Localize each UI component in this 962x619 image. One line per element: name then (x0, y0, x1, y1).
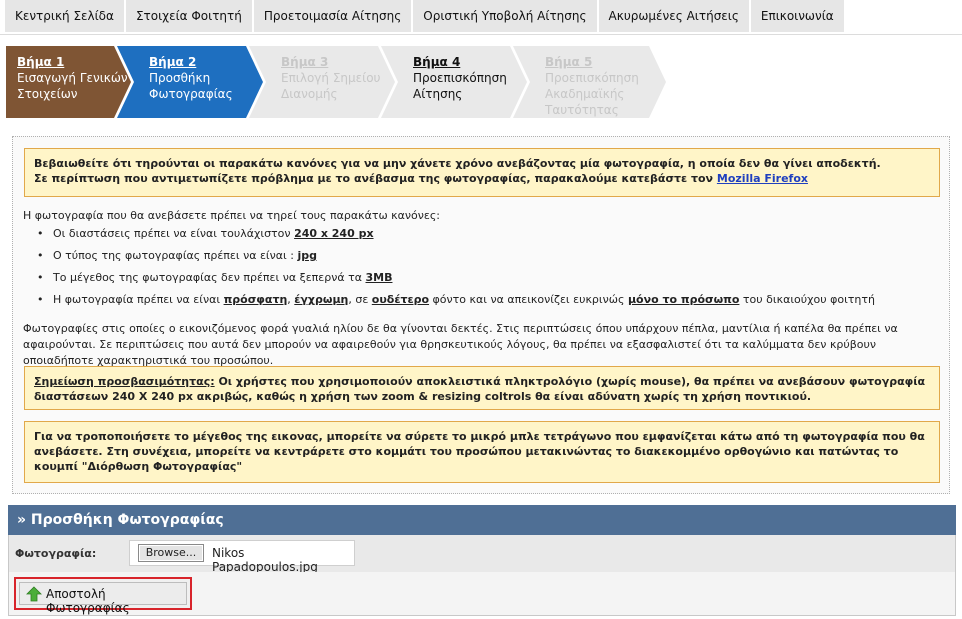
step-3: Βήμα 3 Επιλογή Σημείου Διανομής (281, 54, 381, 102)
accessibility-note: Σημείωση προσβασιμότητας: Οι χρήστες που… (24, 366, 940, 410)
wizard-steps: Βήμα 1 Εισαγωγή Γενικών Στοιχείων Βήμα 2… (6, 46, 668, 118)
accessibility-note-label: Σημείωση προσβασιμότητας: (34, 375, 215, 388)
firefox-notice: Βεβαιωθείτε ότι τηρούνται οι παρακάτω κα… (24, 148, 940, 197)
photo-file-input[interactable]: Browse... Nikos Papadopoulos.jpg (129, 540, 355, 574)
rule-content-neutral: ουδέτερο (371, 293, 430, 306)
submit-photo-label: Αποστολή Φωτογραφίας (46, 587, 130, 615)
rules-list: Οι διαστάσεις πρέπει να είναι τουλάχιστο… (37, 227, 875, 315)
rules-intro: Η φωτογραφία που θα ανεβάσετε πρέπει να … (23, 209, 441, 222)
nav-item-prepare-application[interactable]: Προετοιμασία Αίτησης (253, 0, 412, 32)
step-4[interactable]: Βήμα 4 Προεπισκόπηση Αίτησης (413, 54, 507, 102)
step-2-line2: Φωτογραφίας (149, 87, 233, 101)
nav-item-home[interactable]: Κεντρική Σελίδα (5, 0, 124, 32)
glasses-paragraph: Φωτογραφίες στις οποίες ο εικονιζόμενος … (23, 322, 898, 367)
rule-dimensions-text: Οι διαστάσεις πρέπει να είναι τουλάχιστο… (53, 227, 295, 240)
step-4-line2: Αίτησης (413, 87, 463, 101)
submit-photo-button-highlight[interactable]: Αποστολή Φωτογραφίας (14, 577, 192, 615)
rule-content: Η φωτογραφία πρέπει να είναι πρόσφατη, έ… (37, 293, 875, 315)
rule-dimensions: Οι διαστάσεις πρέπει να είναι τουλάχιστο… (37, 227, 875, 249)
rule-type-value: jpg (297, 249, 317, 262)
rule-content-a: Η φωτογραφία πρέπει να είναι (53, 293, 224, 306)
submit-row: Αποστολή Φωτογραφίας (8, 572, 956, 616)
rule-size-value: 3MB (365, 271, 393, 284)
step-5-title: Βήμα 5 (545, 55, 593, 69)
nav-item-contact[interactable]: Επικοινωνία (750, 0, 844, 32)
step-5: Βήμα 5 Προεπισκόπηση Ακαδημαϊκής Ταυτότη… (545, 54, 639, 118)
rule-content-face-only: μόνο το πρόσωπο (627, 293, 740, 306)
nav-item-student-info[interactable]: Στοιχεία Φοιτητή (125, 0, 252, 32)
upload-section-header: » Προσθήκη Φωτογραφίας (8, 505, 956, 535)
nav-item-final-submission[interactable]: Οριστική Υποβολή Αίτησης (413, 0, 597, 32)
notice-line2: Σε περίπτωση που αντιμετωπίζετε πρόβλημα… (34, 171, 930, 186)
step-4-line1: Προεπισκόπηση (413, 71, 507, 85)
green-up-arrow-icon (26, 586, 42, 602)
step-2-line1: Προσθήκη (149, 71, 211, 85)
notice-line1: Βεβαιωθείτε ότι τηρούνται οι παρακάτω κα… (34, 157, 881, 170)
step-3-title: Βήμα 3 (281, 55, 329, 69)
step-3-line1: Επιλογή Σημείου (281, 71, 381, 85)
nav-divider (0, 34, 962, 35)
rule-type: Ο τύπος της φωτογραφίας πρέπει να είναι … (37, 249, 875, 271)
rule-content-i: του δικαιούχου φοιτητή (739, 293, 875, 306)
rule-size-text: Το μέγεθος της φωτογραφίας δεν πρέπει να… (53, 271, 366, 284)
step-4-title[interactable]: Βήμα 4 (413, 54, 507, 70)
rule-type-text: Ο τύπος της φωτογραφίας πρέπει να είναι … (53, 249, 298, 262)
step-2-title[interactable]: Βήμα 2 (149, 54, 233, 70)
step-1-line1: Εισαγωγή Γενικών (17, 71, 128, 85)
selected-file-name: Nikos Papadopoulos.jpg (212, 546, 318, 574)
step-5-line2: Ακαδημαϊκής (545, 87, 625, 101)
rule-content-e: , σε (348, 293, 372, 306)
submit-photo-button[interactable]: Αποστολή Φωτογραφίας (19, 582, 187, 615)
upload-row: Φωτογραφία: Browse... Nikos Papadopoulos… (8, 535, 956, 574)
top-nav: Κεντρική Σελίδα Στοιχεία Φοιτητή Προετοι… (5, 0, 846, 32)
rule-size: Το μέγεθος της φωτογραφίας δεν πρέπει να… (37, 271, 875, 293)
step-1-title[interactable]: Βήμα 1 (17, 54, 128, 70)
step-3-line2: Διανομής (281, 87, 338, 101)
browse-button[interactable]: Browse... (138, 544, 204, 562)
rule-content-recent: πρόσφατη (223, 293, 288, 306)
resize-note-text: Για να τροποποιήσετε το μέγεθος της εικο… (34, 430, 925, 473)
step-1-line2: Στοιχείων (17, 87, 78, 101)
nav-item-cancelled-applications[interactable]: Ακυρωμένες Αιτήσεις (598, 0, 749, 32)
step-5-line3: Ταυτότητας (545, 103, 619, 117)
rule-content-color: έγχρωμη (294, 293, 349, 306)
notice-line2-text: Σε περίπτωση που αντιμετωπίζετε πρόβλημα… (34, 172, 717, 185)
photo-field-label: Φωτογραφία: (15, 547, 97, 560)
instructions-panel: Βεβαιωθείτε ότι τηρούνται οι παρακάτω κα… (12, 136, 950, 494)
step-2[interactable]: Βήμα 2 Προσθήκη Φωτογραφίας (149, 54, 233, 102)
rule-content-g: φόντο και να απεικονίζει ευκρινώς (429, 293, 628, 306)
firefox-link[interactable]: Mozilla Firefox (717, 172, 808, 185)
resize-note: Για να τροποποιήσετε το μέγεθος της εικο… (24, 421, 940, 483)
step-1[interactable]: Βήμα 1 Εισαγωγή Γενικών Στοιχείων (17, 54, 128, 102)
rule-dimensions-value: 240 x 240 px (294, 227, 374, 240)
step-5-line1: Προεπισκόπηση (545, 71, 639, 85)
